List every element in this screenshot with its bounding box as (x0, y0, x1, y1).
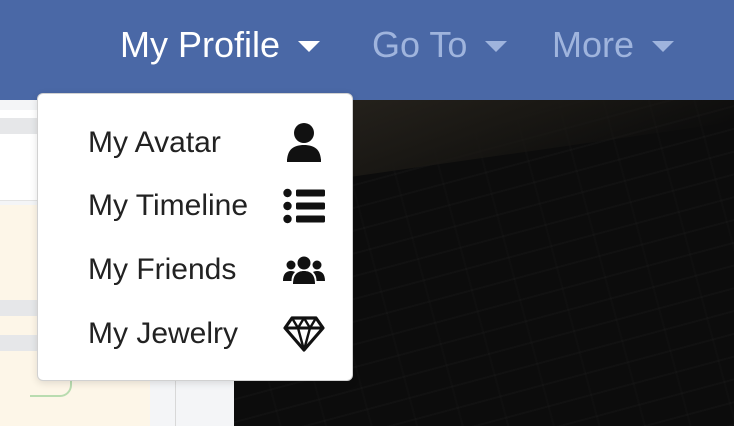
top-navbar: My Profile Go To More (0, 0, 734, 100)
menu-item-my-avatar[interactable]: My Avatar (38, 115, 352, 171)
caret-down-icon (652, 40, 675, 52)
nav-more-label: More (552, 24, 635, 65)
menu-item-label: My Friends (88, 253, 237, 286)
gem-icon (282, 312, 326, 356)
users-icon (282, 248, 326, 292)
user-icon (282, 121, 326, 165)
nav-more[interactable]: More (552, 22, 675, 68)
menu-item-label: My Avatar (88, 126, 221, 159)
caret-down-icon (485, 40, 508, 52)
nav-my-profile[interactable]: My Profile (120, 22, 321, 68)
menu-item-my-jewelry[interactable]: My Jewelry (38, 306, 352, 362)
caret-down-icon (298, 40, 321, 52)
nav-my-profile-label: My Profile (120, 24, 281, 65)
nav-go-to[interactable]: Go To (372, 22, 508, 68)
menu-item-my-friends[interactable]: My Friends (38, 242, 352, 298)
menu-item-my-timeline[interactable]: My Timeline (38, 178, 352, 234)
profile-dropdown-menu: My Avatar My Timeline My Friends My Jewe… (37, 93, 353, 381)
nav-go-to-label: Go To (372, 24, 468, 65)
menu-item-label: My Jewelry (88, 317, 239, 350)
menu-item-label: My Timeline (88, 189, 249, 222)
list-icon (282, 184, 326, 228)
